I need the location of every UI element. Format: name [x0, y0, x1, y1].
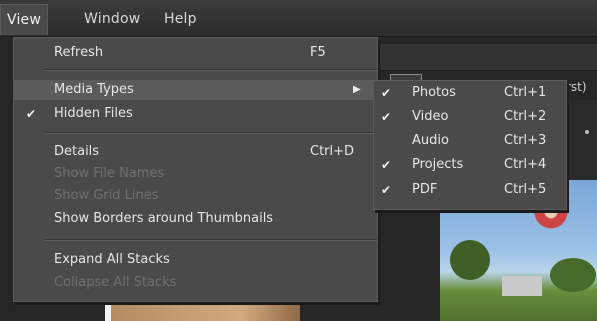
submenu-item-label: Projects — [412, 157, 464, 172]
menu-item-media-types[interactable]: Media Types ▶ — [14, 80, 377, 100]
menu-item-expand-all-stacks[interactable]: Expand All Stacks — [14, 250, 377, 270]
menu-item-label: Show File Names — [54, 166, 165, 181]
menu-item-details[interactable]: Details Ctrl+D — [14, 142, 377, 162]
menu-item-label: Details — [54, 144, 100, 159]
menu-item-hidden-files[interactable]: ✔ Hidden Files — [14, 104, 377, 124]
submenu-item-shortcut: Ctrl+4 — [504, 157, 547, 172]
media-types-submenu: ✔ Photos Ctrl+1 ✔ Video Ctrl+2 Audio Ctr… — [373, 80, 567, 210]
menu-item-label: Show Borders around Thumbnails — [54, 211, 274, 226]
submenu-item-shortcut: Ctrl+5 — [504, 182, 547, 197]
menu-item-shortcut: F5 — [310, 45, 326, 60]
menu-window[interactable]: Window — [84, 11, 140, 27]
menu-item-show-borders[interactable]: Show Borders around Thumbnails — [14, 209, 377, 229]
sort-order-label: rst) — [566, 80, 587, 94]
checkmark-icon: ✔ — [381, 86, 392, 100]
menu-item-label: Show Grid Lines — [54, 188, 159, 203]
submenu-item-photos[interactable]: ✔ Photos Ctrl+1 — [374, 83, 566, 103]
checkmark-icon: ✔ — [26, 107, 37, 121]
menu-item-collapse-all-stacks: Collapse All Stacks — [14, 273, 377, 293]
menu-separator — [44, 239, 377, 241]
photo-tree — [450, 240, 490, 280]
menubar: View Window Help — [0, 0, 597, 37]
view-menu: Refresh F5 Media Types ▶ ✔ Hidden Files … — [13, 37, 378, 302]
checkmark-icon: ✔ — [381, 183, 392, 197]
photo-tree — [550, 258, 596, 292]
submenu-item-shortcut: Ctrl+3 — [504, 133, 547, 148]
submenu-item-shortcut: Ctrl+2 — [504, 109, 547, 124]
menu-item-label: Expand All Stacks — [54, 252, 170, 267]
menu-item-shortcut: Ctrl+D — [310, 144, 355, 159]
submenu-item-label: Photos — [412, 85, 456, 100]
checkmark-icon: ✔ — [381, 110, 392, 124]
photo-house — [502, 276, 542, 296]
submenu-item-projects[interactable]: ✔ Projects Ctrl+4 — [374, 155, 566, 175]
menu-item-label: Hidden Files — [54, 106, 133, 121]
menu-item-label: Collapse All Stacks — [54, 275, 177, 290]
submenu-item-video[interactable]: ✔ Video Ctrl+2 — [374, 107, 566, 127]
thumbnail-photo-cat[interactable] — [105, 300, 300, 321]
submenu-item-label: Video — [412, 109, 449, 124]
toolbar-strip — [380, 44, 597, 71]
checkmark-icon: ✔ — [381, 158, 392, 172]
menu-item-show-file-names: Show File Names — [14, 164, 377, 184]
menu-separator — [44, 132, 377, 134]
submenu-item-label: PDF — [412, 182, 438, 197]
menu-item-label: Media Types — [54, 82, 134, 97]
menu-item-show-grid-lines: Show Grid Lines — [14, 186, 377, 206]
submenu-item-audio[interactable]: Audio Ctrl+3 — [374, 131, 566, 151]
triangle-right-icon: ▶ — [353, 84, 361, 95]
submenu-item-shortcut: Ctrl+1 — [504, 85, 547, 100]
menu-help[interactable]: Help — [164, 11, 197, 27]
thumbnail-indicator — [585, 130, 589, 134]
menu-item-refresh[interactable]: Refresh F5 — [14, 43, 377, 63]
submenu-item-label: Audio — [412, 133, 449, 148]
submenu-item-pdf[interactable]: ✔ PDF Ctrl+5 — [374, 180, 566, 200]
menu-item-label: Refresh — [54, 45, 104, 60]
menu-separator — [44, 69, 377, 71]
menu-view[interactable]: View — [0, 4, 49, 35]
